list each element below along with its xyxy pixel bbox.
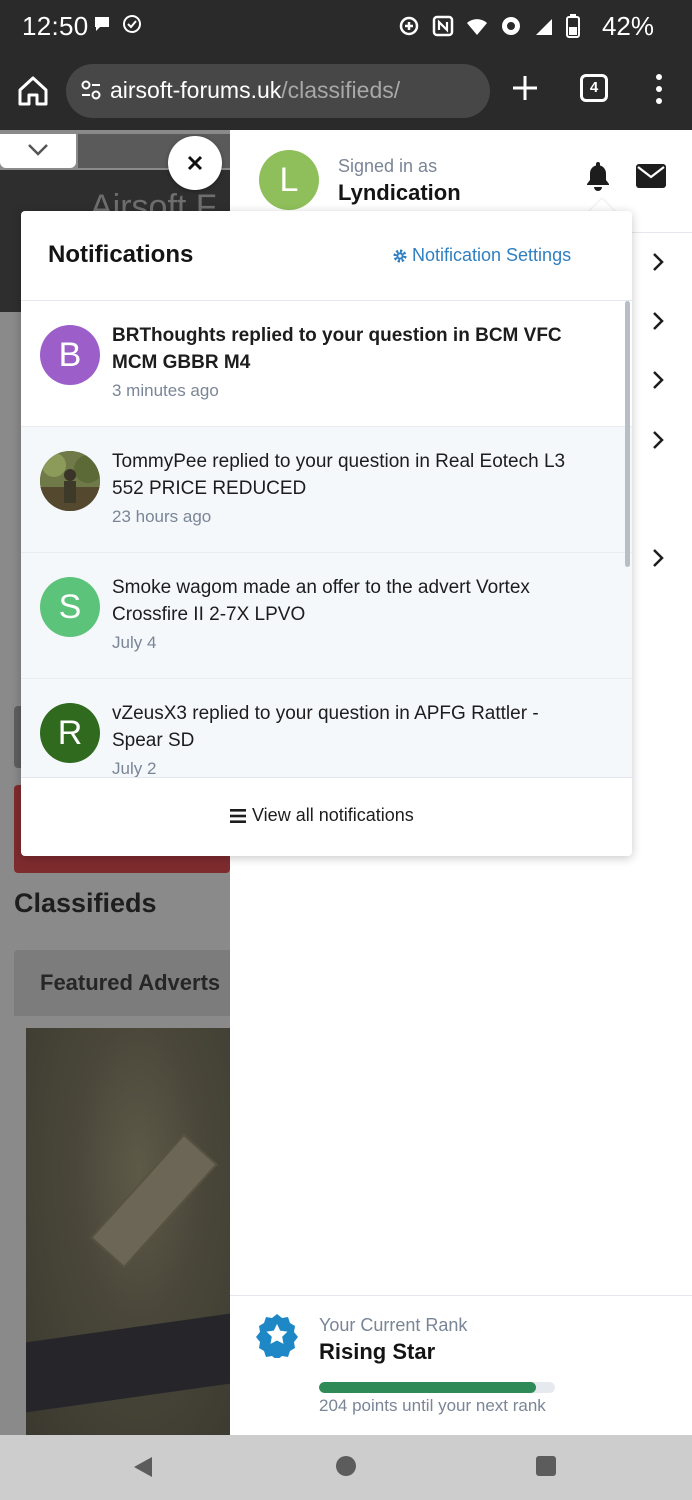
back-icon[interactable] — [132, 1456, 154, 1478]
status-bar: 12:50 42% — [0, 0, 692, 56]
chevron-right-icon[interactable] — [650, 252, 666, 272]
status-time: 12:50 — [22, 11, 89, 41]
url-host: airsoft-forums.uk — [110, 77, 282, 103]
rank-name: Rising Star — [319, 1339, 436, 1364]
featured-advert-photo[interactable] — [26, 1028, 230, 1435]
chevron-right-icon[interactable] — [650, 548, 666, 568]
notification-item[interactable]: B BRThoughts replied to your question in… — [21, 301, 632, 427]
username[interactable]: Lyndication — [338, 180, 461, 206]
mail-icon[interactable] — [636, 164, 666, 188]
battery-percent: 42% — [601, 11, 654, 41]
view-all-notifications-link[interactable]: View all notifications — [230, 805, 414, 826]
rank-star-icon — [256, 1314, 298, 1358]
recents-icon[interactable] — [536, 1456, 556, 1476]
notification-text: BRThoughts replied to your question in B… — [112, 325, 562, 373]
featured-adverts-label: Featured Adverts — [40, 970, 221, 995]
more-menu-icon[interactable] — [650, 72, 668, 106]
tab-switcher-button[interactable]: 4 — [580, 74, 608, 102]
notification-time: July 4 — [112, 633, 157, 652]
chevron-down-icon — [28, 144, 48, 156]
notification-item[interactable]: S Smoke wagom made an offer to the adver… — [21, 553, 632, 679]
notification-item[interactable]: R vZeusX3 replied to your question in AP… — [21, 679, 632, 777]
signal-icon — [536, 19, 552, 35]
notification-time: 3 minutes ago — [112, 381, 219, 400]
home-icon[interactable] — [16, 74, 50, 108]
avatar — [40, 451, 100, 511]
nfc-icon — [432, 15, 454, 37]
data-saver-icon — [399, 16, 419, 36]
wifi-icon — [467, 19, 487, 35]
notification-text: Smoke wagom made an offer to the advert … — [112, 577, 530, 625]
notification-item[interactable]: TommyPee replied to your question in Rea… — [21, 427, 632, 553]
user-photo-icon — [40, 451, 100, 511]
notification-time: July 2 — [112, 759, 157, 777]
chevron-right-icon[interactable] — [650, 370, 666, 390]
address-bar[interactable]: airsoft-forums.uk/classifieds/ — [66, 64, 490, 118]
list-icon — [230, 808, 246, 823]
battery-icon — [566, 14, 580, 38]
page-collapse-tab[interactable] — [0, 134, 76, 168]
notifications-popup: Notifications Notification Settings B BR… — [21, 211, 632, 856]
rank-points-text: 204 points until your next rank — [319, 1396, 546, 1415]
rank-progress-bar — [319, 1382, 555, 1393]
page-title: Classifieds — [14, 888, 157, 918]
rank-label: Your Current Rank — [319, 1315, 468, 1335]
notification-text: vZeusX3 replied to your question in APFG… — [112, 703, 539, 751]
avatar: S — [40, 577, 100, 637]
url-text: airsoft-forums.uk/classifieds/ — [110, 77, 400, 104]
avatar: B — [40, 325, 100, 385]
home-nav-icon[interactable] — [336, 1456, 356, 1476]
url-path: /classifieds/ — [281, 77, 401, 103]
close-icon — [187, 155, 203, 171]
signed-in-label: Signed in as — [338, 156, 438, 176]
hotspot-icon — [502, 17, 520, 35]
system-nav-bar — [0, 1435, 692, 1500]
chevron-right-icon[interactable] — [650, 311, 666, 331]
notifications-title: Notifications — [48, 241, 194, 268]
bell-icon[interactable] — [584, 160, 612, 192]
notifications-list: B BRThoughts replied to your question in… — [21, 301, 632, 777]
chat-bubble-icon — [95, 17, 109, 31]
check-circle-icon — [123, 15, 141, 33]
gear-icon — [393, 249, 407, 262]
close-menu-button[interactable] — [168, 136, 222, 190]
avatar[interactable]: L — [259, 150, 319, 210]
new-tab-icon[interactable] — [510, 73, 540, 103]
notification-time: 23 hours ago — [112, 507, 212, 526]
notifications-scrollbar[interactable] — [625, 301, 630, 567]
avatar: R — [40, 703, 100, 763]
notification-settings-label: Notification Settings — [412, 245, 572, 265]
chevron-right-icon[interactable] — [650, 430, 666, 450]
browser-toolbar: airsoft-forums.uk/classifieds/ 4 — [0, 56, 692, 130]
view-all-label: View all notifications — [252, 805, 414, 825]
site-settings-icon[interactable] — [80, 79, 102, 101]
notification-settings-link[interactable]: Notification Settings — [392, 245, 571, 266]
featured-adverts-header: Featured Adverts — [14, 950, 230, 1016]
rank-progress-fill — [319, 1382, 537, 1393]
notification-text: TommyPee replied to your question in Rea… — [112, 451, 566, 499]
